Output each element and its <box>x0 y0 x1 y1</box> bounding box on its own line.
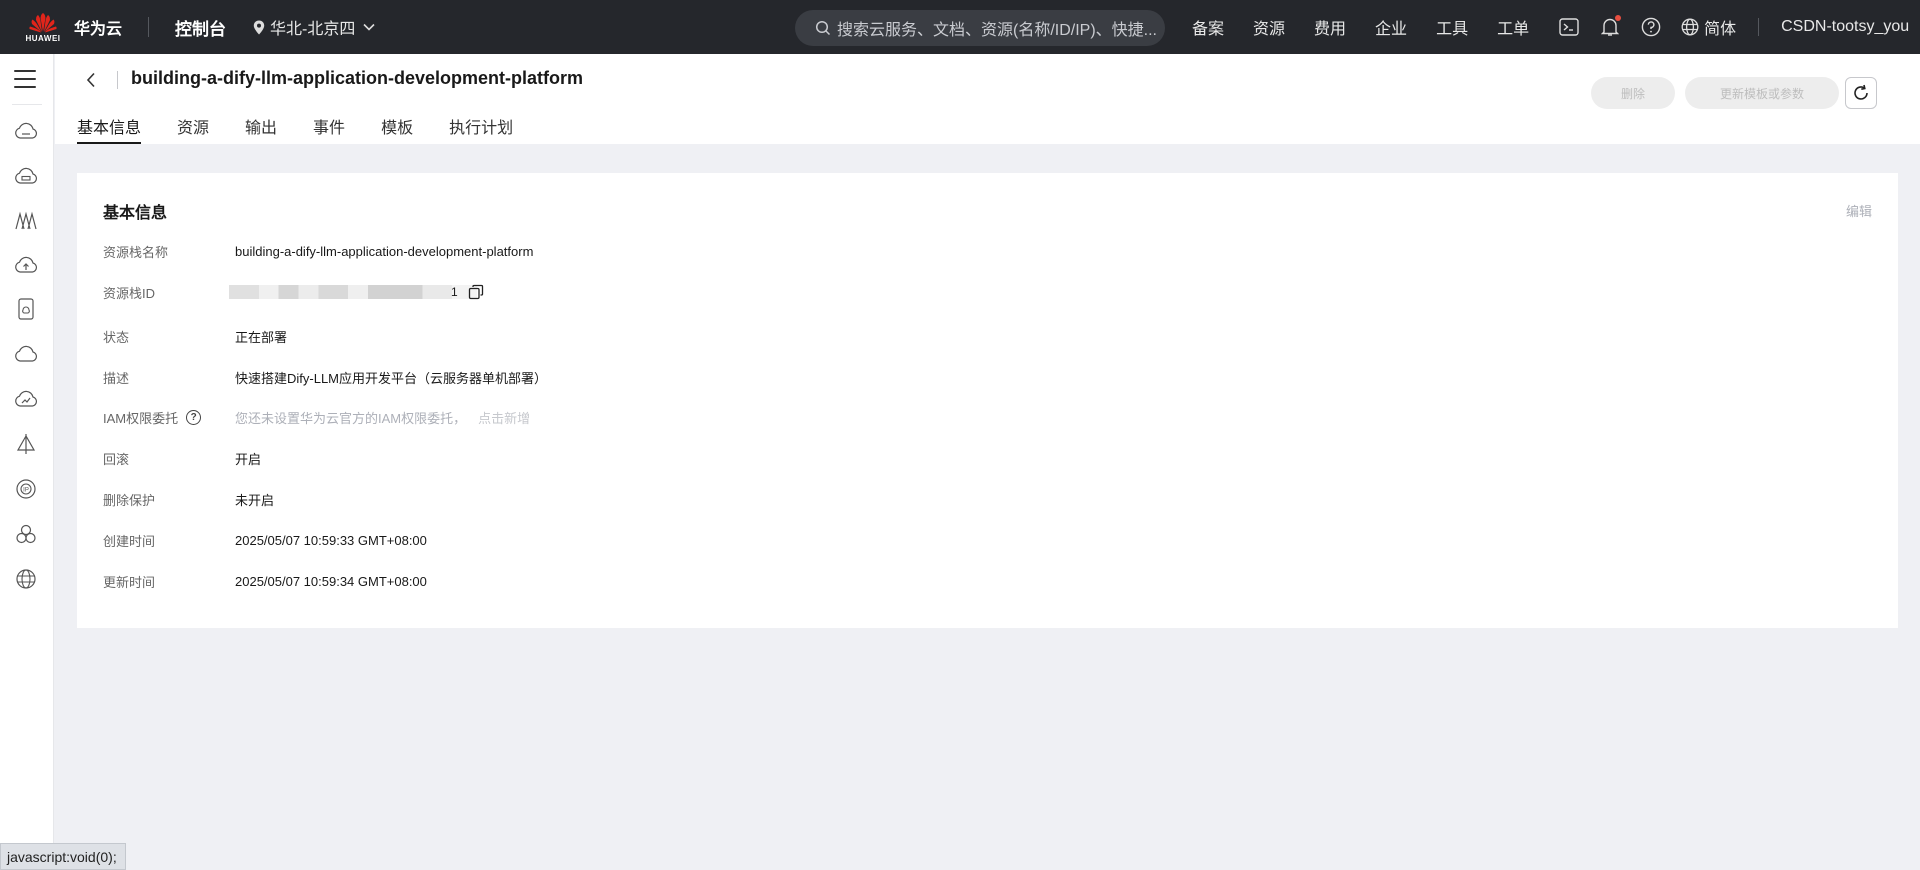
nav-enterprise[interactable]: 企业 <box>1375 15 1407 39</box>
field-label: 创建时间 <box>103 533 156 549</box>
brand-name[interactable]: 华为云 <box>74 15 122 39</box>
refresh-button[interactable] <box>1845 77 1877 109</box>
svg-text:IP: IP <box>23 488 29 494</box>
field-label: IAM权限委托 ? <box>103 408 235 427</box>
field-label: 更新时间 <box>103 574 156 590</box>
cluster-icon[interactable] <box>14 522 38 546</box>
update-template-button[interactable]: 更新模板或参数 <box>1685 77 1839 109</box>
delete-button[interactable]: 删除 <box>1591 77 1675 109</box>
tab-execution-plan[interactable]: 执行计划 <box>449 114 513 144</box>
help-icon[interactable]: ? <box>186 409 202 425</box>
page-title: building-a-dify-llm-application-developm… <box>131 68 583 88</box>
field-stack-id: 资源栈ID 1 <box>103 282 484 302</box>
field-delete-protection: 删除保护 未开启 <box>103 489 274 509</box>
field-label: 描述 <box>103 370 130 386</box>
field-rollback: 回滚 开启 <box>103 448 261 468</box>
notification-bell-icon[interactable] <box>1599 15 1622 38</box>
field-updated-time: 更新时间 2025/05/07 10:59:34 GMT+08:00 <box>103 571 427 591</box>
tab-resources[interactable]: 资源 <box>177 114 209 144</box>
language-selector[interactable]: 简体 <box>1681 15 1736 39</box>
global-search-input[interactable]: 搜索云服务、文档、资源(名称/ID/IP)、快捷... <box>795 10 1165 46</box>
status-value: 正在部署 <box>235 329 288 345</box>
field-created-time: 创建时间 2025/05/07 10:59:33 GMT+08:00 <box>103 530 427 550</box>
field-label: 资源栈ID <box>103 285 156 301</box>
region-selector[interactable]: 华北-北京四 <box>253 15 380 39</box>
field-value: 1 <box>229 284 484 300</box>
tab-outputs[interactable]: 输出 <box>245 114 277 144</box>
user-account[interactable]: CSDN-tootsy_you <box>1781 18 1909 36</box>
field-label: 删除保护 <box>103 492 156 508</box>
divider <box>1758 18 1760 36</box>
field-description: 描述 快速搭建Dify-LLM应用开发平台（云服务器单机部署） <box>103 367 547 387</box>
cloud-icon[interactable] <box>14 342 38 366</box>
field-status: 状态 正在部署 <box>103 326 287 346</box>
cloud-monitor-icon[interactable] <box>14 387 38 411</box>
ip-icon[interactable]: IP <box>14 477 38 501</box>
copy-icon[interactable] <box>468 284 484 300</box>
region-label: 华北-北京四 <box>270 21 356 38</box>
tab-basic-info[interactable]: 基本信息 <box>77 114 142 144</box>
iam-hint: 您还未设置华为云官方的IAM权限委托， <box>235 410 467 426</box>
huawei-flower-icon <box>29 13 57 33</box>
tab-events[interactable]: 事件 <box>313 114 345 144</box>
field-label: 资源栈名称 <box>103 244 169 260</box>
nav-tickets[interactable]: 工单 <box>1497 15 1529 39</box>
field-value: 快速搭建Dify-LLM应用开发平台（云服务器单机部署） <box>235 370 548 386</box>
field-iam: IAM权限委托 ? 您还未设置华为云官方的IAM权限委托， 点击新增 <box>103 407 530 427</box>
browser-status-bar: javascript:void(0); <box>0 843 126 870</box>
nav-resources[interactable]: 资源 <box>1253 15 1285 39</box>
cloud-upload-icon[interactable] <box>14 253 38 277</box>
search-placeholder: 搜索云服务、文档、资源(名称/ID/IP)、快捷... <box>837 22 1158 39</box>
divider <box>148 17 150 37</box>
page-header: building-a-dify-llm-application-developm… <box>55 54 1920 144</box>
field-value: 您还未设置华为云官方的IAM权限委托， 点击新增 <box>235 408 530 427</box>
id-tail: 1 <box>451 285 458 299</box>
menu-icon[interactable] <box>14 70 36 90</box>
cloud-shell-icon[interactable] <box>1558 16 1580 38</box>
logo-text: HUAWEI <box>25 34 61 43</box>
nav-billing[interactable]: 费用 <box>1314 15 1346 39</box>
service-sidebar: IP <box>0 54 54 870</box>
edit-button[interactable]: 编辑 <box>1846 201 1872 220</box>
tab-bar: 基本信息 资源 输出 事件 模板 执行计划 <box>77 114 549 144</box>
search-icon <box>815 20 831 36</box>
field-stack-name: 资源栈名称 building-a-dify-llm-application-de… <box>103 241 533 261</box>
basic-info-card: 基本信息 编辑 资源栈名称 building-a-dify-llm-applic… <box>77 173 1898 628</box>
top-bar: HUAWEI 华为云 控制台 华北-北京四 搜索云服务、文档、资源(名称/ID/… <box>0 0 1920 54</box>
masked-id <box>229 285 477 299</box>
field-value: 未开启 <box>235 492 275 508</box>
field-value: 2025/05/07 10:59:34 GMT+08:00 <box>235 573 427 589</box>
field-label: 状态 <box>103 329 130 345</box>
globe-icon[interactable] <box>14 567 38 591</box>
network-icon[interactable] <box>14 209 38 233</box>
back-button[interactable] <box>81 68 101 92</box>
notification-dot <box>1615 15 1622 21</box>
field-value: 开启 <box>235 451 262 467</box>
field-label: 回滚 <box>103 451 130 467</box>
cloud-server-icon[interactable] <box>14 119 38 143</box>
iam-label: IAM权限委托 <box>103 410 179 426</box>
nav-tools[interactable]: 工具 <box>1436 15 1468 39</box>
cloud-storage-icon[interactable] <box>14 164 38 188</box>
card-title: 基本信息 <box>103 205 168 222</box>
chevron-down-icon <box>363 23 375 31</box>
field-value: building-a-dify-llm-application-developm… <box>235 243 534 259</box>
divider <box>12 104 42 105</box>
location-pin-icon <box>253 20 265 34</box>
refresh-icon <box>1854 84 1868 100</box>
database-icon[interactable] <box>14 297 38 321</box>
field-value: 2025/05/07 10:59:33 GMT+08:00 <box>235 532 427 548</box>
language-label: 简体 <box>1704 21 1737 38</box>
divider <box>117 71 118 89</box>
console-link[interactable]: 控制台 <box>175 15 226 40</box>
top-nav: 备案 资源 费用 企业 工具 工单 简体 CSDN-tootsy_you <box>1192 0 1909 54</box>
tab-template[interactable]: 模板 <box>381 114 413 144</box>
add-iam-link[interactable]: 点击新增 <box>478 408 530 427</box>
globe-icon <box>1681 18 1699 36</box>
help-icon[interactable] <box>1640 16 1662 38</box>
deploy-icon[interactable] <box>14 432 38 456</box>
nav-beian[interactable]: 备案 <box>1192 15 1224 39</box>
chevron-left-icon <box>86 72 95 88</box>
